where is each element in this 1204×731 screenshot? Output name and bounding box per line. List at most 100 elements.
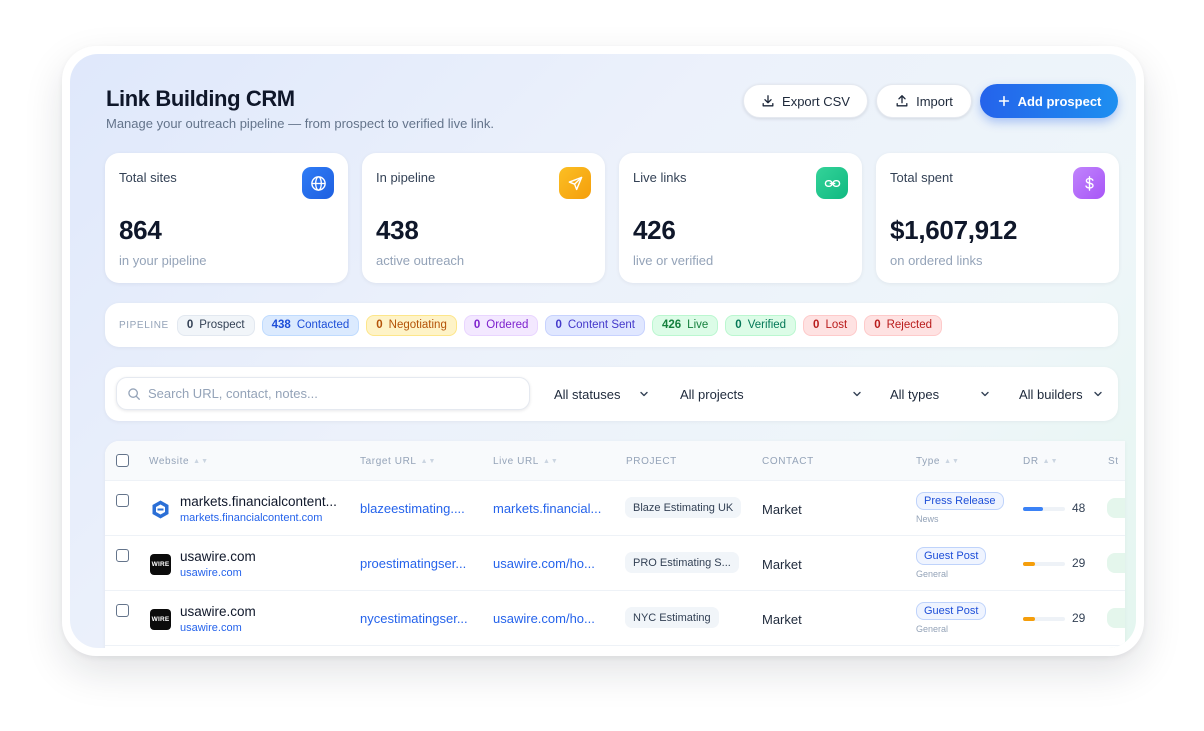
type-filter-value: All types (890, 386, 940, 402)
row-checkbox[interactable] (116, 494, 129, 507)
stat-label: Total spent (890, 170, 953, 185)
pipeline-stage-rejected[interactable]: 0 Rejected (864, 314, 942, 336)
stage-name: Live (687, 319, 709, 331)
pipeline-stage-verified[interactable]: 0 Verified (725, 314, 797, 336)
page-subtitle: Manage your outreach pipeline — from pro… (106, 116, 495, 131)
import-button[interactable]: Import (876, 84, 972, 118)
table-header: Website ▲▼ Target URL ▲▼ Live URL ▲▼ PROJEC… (105, 441, 1125, 481)
pipeline-bar: PIPELINE 0 Prospect 438 Contacted 0 Negotia… (105, 303, 1118, 347)
site-url-link[interactable]: usawire.com (180, 622, 242, 634)
stat-card-in-pipeline: In pipeline 438 active outreach (362, 153, 605, 283)
export-csv-button[interactable]: Export CSV (743, 84, 868, 118)
column-header-type[interactable]: Type ▲▼ (916, 456, 960, 467)
add-prospect-button[interactable]: Add prospect (980, 84, 1118, 118)
row-checkbox[interactable] (116, 549, 129, 562)
site-name: markets.financialcontent... (180, 494, 337, 509)
contact-name: Market (762, 502, 802, 517)
status-badge (1107, 498, 1125, 518)
stat-caption: in your pipeline (119, 253, 207, 268)
sort-icon: ▲▼ (193, 458, 210, 465)
upload-icon (896, 95, 908, 107)
search-input[interactable] (148, 386, 508, 401)
project-filter-select[interactable]: All projects (668, 377, 872, 411)
select-all-checkbox[interactable] (116, 454, 129, 467)
stage-name: Negotiating (388, 319, 447, 331)
type-badge: Press Release (916, 492, 1004, 510)
type-category: News (916, 514, 939, 524)
table-row[interactable]: WIRE usawire.com usawire.com proestimati… (105, 536, 1125, 591)
prospects-table: Website ▲▼ Target URL ▲▼ Live URL ▲▼ PROJEC… (105, 441, 1125, 648)
chevron-down-icon (853, 391, 861, 397)
wire-logo-icon: WIRE (150, 554, 171, 575)
column-header-live-url[interactable]: Live URL ▲▼ (493, 456, 559, 467)
status-filter-select[interactable]: All statuses (542, 377, 659, 411)
column-header-status[interactable]: St (1108, 456, 1119, 467)
target-url-link[interactable]: blazeestimating.... (360, 501, 465, 516)
project-tag: Blaze Estimating UK (625, 497, 742, 518)
site-url-link[interactable]: markets.financialcontent.com (180, 512, 322, 524)
dr-bar (1023, 617, 1065, 621)
contact-name: Market (762, 557, 802, 572)
table-row[interactable]: markets.financialcontent... markets.fina… (105, 481, 1125, 536)
sort-icon: ▲▼ (944, 458, 960, 465)
status-badge (1107, 608, 1125, 628)
column-header-contact: CONTACT (762, 456, 814, 467)
live-url-link[interactable]: usawire.com/ho... (493, 611, 595, 626)
download-icon (762, 95, 774, 107)
chevron-down-icon (981, 391, 989, 397)
table-row[interactable]: WIRE usawire.com usawire.com nycestimati… (105, 591, 1125, 646)
type-filter-select[interactable]: All types (878, 377, 1000, 411)
stage-count: 438 (271, 319, 291, 331)
financialcontent-logo-icon (150, 499, 171, 520)
type-badge: Guest Post (916, 602, 987, 620)
chevron-down-icon (1094, 391, 1102, 397)
stat-caption: active outreach (376, 253, 465, 268)
pipeline-stage-live[interactable]: 426 Live (651, 314, 719, 336)
row-checkbox[interactable] (116, 604, 129, 617)
page-title: Link Building CRM (106, 86, 295, 111)
target-url-link[interactable]: nycestimatingser... (360, 611, 468, 626)
stage-name: Rejected (886, 319, 932, 331)
stage-count: 426 (661, 319, 682, 331)
stage-name: Ordered (486, 319, 529, 331)
type-badge: Guest Post (916, 547, 987, 565)
pipeline-stage-content-sent[interactable]: 0 Content Sent (545, 314, 645, 336)
pipeline-label: PIPELINE (119, 319, 169, 331)
stat-caption: live or verified (633, 253, 714, 268)
dr-bar (1023, 562, 1065, 566)
export-csv-label: Export CSV (782, 93, 850, 109)
search-icon (128, 387, 140, 400)
search-box[interactable] (116, 377, 530, 410)
type-category: General (916, 624, 949, 634)
plus-icon (998, 95, 1009, 107)
pipeline-stage-ordered[interactable]: 0 Ordered (463, 314, 539, 336)
chevron-down-icon (640, 391, 648, 397)
target-url-link[interactable]: proestimatingser... (360, 556, 466, 571)
status-badge (1107, 553, 1125, 573)
column-header-website[interactable]: Website ▲▼ (149, 456, 209, 467)
live-url-link[interactable]: usawire.com/ho... (493, 556, 595, 571)
live-url-link[interactable]: markets.financial... (493, 501, 601, 516)
app-window: Link Building CRM Manage your outreach p… (70, 54, 1136, 648)
stage-name: Content Sent (567, 319, 635, 331)
wire-logo-icon: WIRE (150, 609, 171, 630)
link-icon (816, 167, 848, 199)
site-name: usawire.com (180, 549, 256, 564)
builder-filter-select[interactable]: All builders (1007, 377, 1113, 411)
column-header-target-url[interactable]: Target URL ▲▼ (360, 456, 436, 467)
column-header-dr[interactable]: DR ▲▼ (1023, 456, 1059, 467)
pipeline-stage-prospect[interactable]: 0 Prospect (176, 314, 255, 336)
project-tag: NYC Estimating (625, 607, 719, 628)
import-label: Import (916, 93, 953, 109)
pipeline-stage-negotiating[interactable]: 0 Negotiating (366, 314, 457, 336)
pipeline-stage-lost[interactable]: 0 Lost (803, 314, 858, 336)
project-filter-value: All projects (680, 386, 744, 402)
stage-count: 0 (555, 319, 562, 331)
stat-label: Live links (633, 170, 687, 185)
stat-label: Total sites (119, 170, 177, 185)
dr-bar (1023, 507, 1065, 511)
pipeline-stage-contacted[interactable]: 438 Contacted (261, 314, 360, 336)
sort-icon: ▲▼ (542, 458, 559, 465)
site-url-link[interactable]: usawire.com (180, 567, 242, 579)
dr-bar-fill (1023, 617, 1035, 621)
